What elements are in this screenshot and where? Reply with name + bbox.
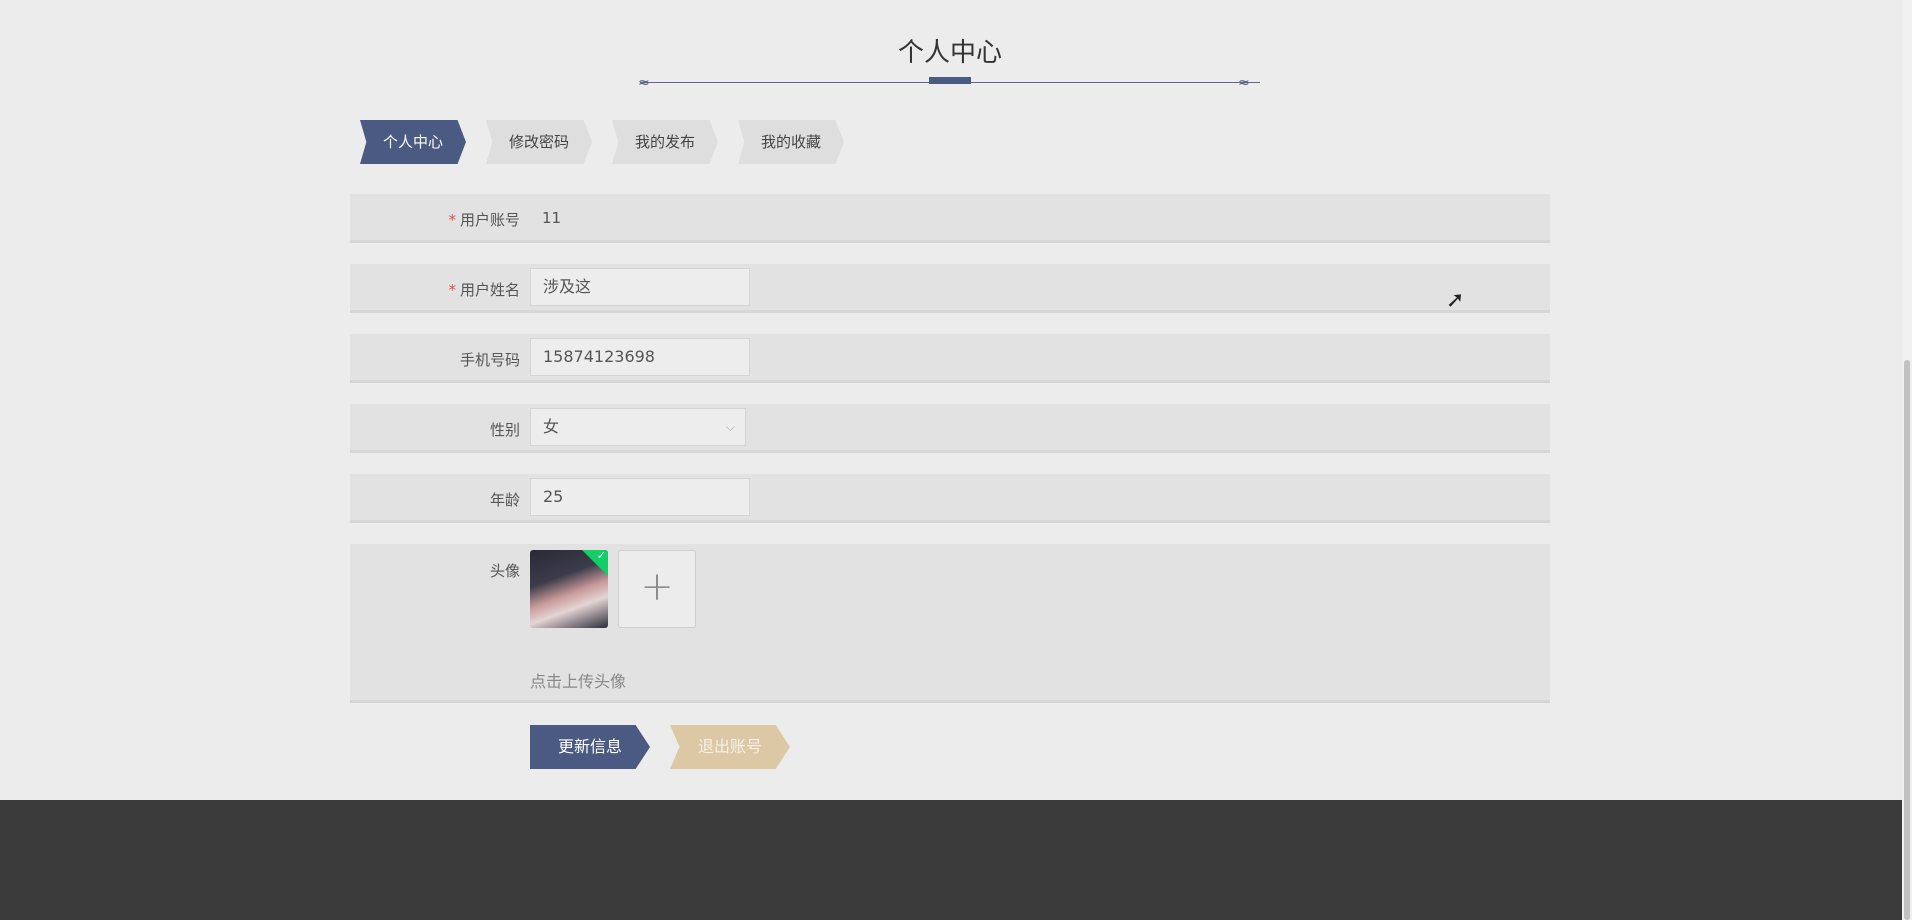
page: 个人中心 ≈ ≈ 个人中心 修改密码 我的发布 我的收藏 * 用户账号 11 * 用… (0, 0, 1912, 920)
avatar-upload-button[interactable]: + (618, 550, 696, 628)
title-ornament-right: ≈ (1238, 75, 1250, 91)
mouse-pointer-icon: ➚ (1446, 288, 1465, 313)
tab-my-posts[interactable]: 我的发布 (612, 120, 718, 164)
required-mark: * (448, 211, 456, 229)
chevron-down-icon: ⌵ (725, 420, 735, 434)
avatar-label: 头像 (489, 562, 520, 580)
name-input[interactable]: 涉及这 (530, 268, 750, 306)
page-title: 个人中心 (897, 38, 1002, 68)
title-underline-accent (929, 77, 971, 84)
gender-selected-value: 女 (543, 417, 560, 436)
tab-profile[interactable]: 个人中心 (360, 120, 466, 164)
tab-my-favorites[interactable]: 我的收藏 (738, 120, 844, 164)
form-row-avatar: 头像 ✓ + 点击上传头像 (350, 544, 1550, 703)
title-ornament-left: ≈ (638, 75, 650, 91)
required-mark: * (448, 281, 456, 299)
logout-button[interactable]: 退出账号 (670, 725, 790, 769)
update-info-button[interactable]: 更新信息 (530, 725, 650, 769)
scrollbar-thumb[interactable] (1904, 360, 1910, 920)
phone-input[interactable]: 15874123698 (530, 338, 750, 376)
form-row-account: * 用户账号 11 (350, 194, 1550, 243)
footer (0, 800, 1902, 920)
phone-label: 手机号码 (459, 351, 520, 369)
plus-icon: + (640, 564, 674, 610)
page-scrollbar[interactable] (1902, 0, 1912, 920)
avatar-thumbnail[interactable]: ✓ (530, 550, 608, 628)
check-icon: ✓ (596, 550, 606, 562)
account-value: 11 (542, 209, 562, 227)
form-row-phone: 手机号码 15874123698 (350, 334, 1550, 383)
account-label: * 用户账号 (448, 211, 520, 229)
form-row-gender: 性别 女 ⌵ (350, 404, 1550, 453)
tab-change-password[interactable]: 修改密码 (486, 120, 592, 164)
gender-select[interactable]: 女 ⌵ (530, 408, 746, 446)
age-input[interactable]: 25 (530, 478, 750, 516)
name-label: * 用户姓名 (448, 281, 520, 299)
age-label: 年龄 (489, 491, 520, 509)
upload-hint: 点击上传头像 (530, 672, 627, 691)
form-row-name: * 用户姓名 涉及这 (350, 264, 1550, 313)
form-row-age: 年龄 25 (350, 474, 1550, 523)
gender-label: 性别 (489, 421, 520, 439)
